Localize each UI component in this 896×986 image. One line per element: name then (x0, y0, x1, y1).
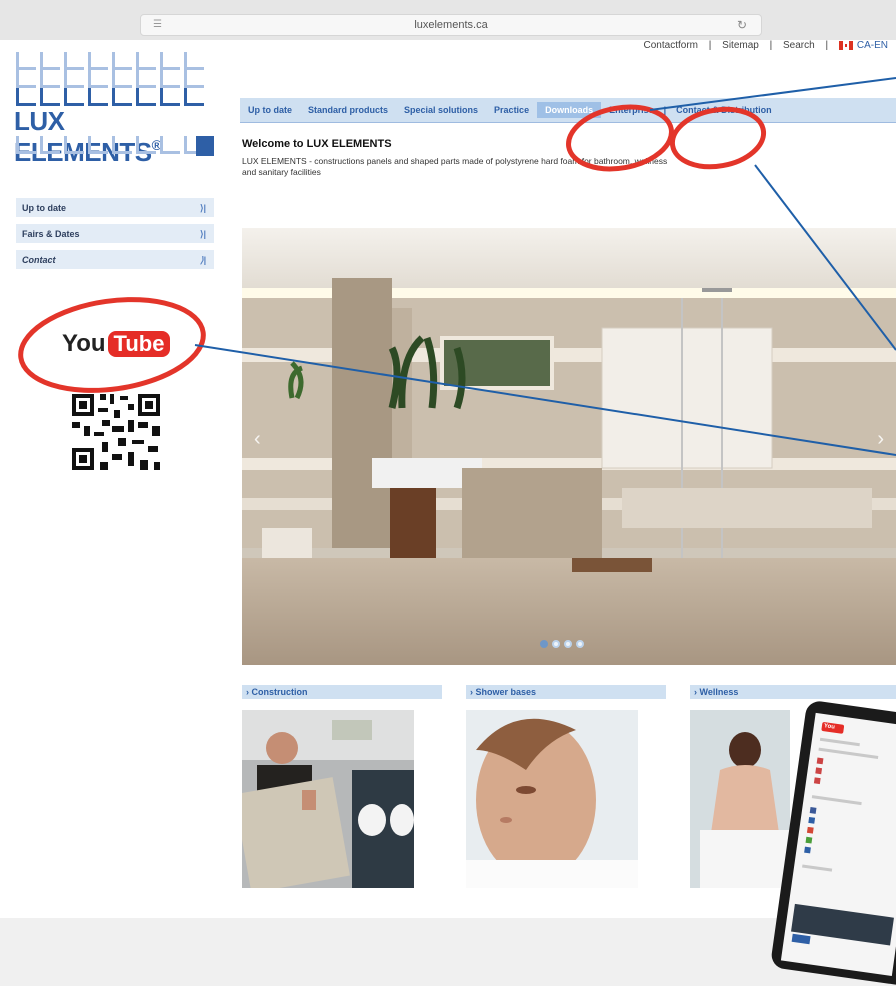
bathroom-image (242, 228, 896, 665)
sitemap-link[interactable]: Sitemap (722, 40, 759, 51)
nav-contact-distribution[interactable]: Contact & Distribution (668, 105, 780, 115)
link-separator: | (769, 40, 773, 51)
locale-link[interactable]: CA-EN (838, 40, 892, 51)
nav-up-to-date[interactable]: Up to date (240, 105, 300, 115)
contactform-link[interactable]: Contactform (644, 40, 698, 51)
shower-bases-image[interactable] (466, 710, 638, 888)
nav-special-solutions[interactable]: Special solutions (396, 105, 486, 115)
slider-dot[interactable] (576, 640, 584, 648)
logo-grid-row (16, 88, 204, 106)
nav-practice[interactable]: Practice (486, 105, 537, 115)
chevron-right-icon: ⟩| (199, 203, 206, 213)
sidebar-item-label: Fairs & Dates (22, 229, 80, 239)
chevron-right-icon: ⟩| (199, 255, 206, 265)
category-shower-bases[interactable]: › Shower bases (466, 685, 666, 699)
construction-image[interactable] (242, 710, 414, 888)
link-separator: | (708, 40, 712, 51)
logo-grid-row (16, 70, 204, 88)
sidebar-item-label: Up to date (22, 203, 66, 213)
sidebar-item-label: Contact (22, 255, 56, 265)
nav-enterprise[interactable]: Enterprise (601, 105, 662, 115)
main-navigation: Up to date Standard products Special sol… (240, 98, 896, 123)
youtube-mini-icon: You (821, 721, 845, 734)
search-link[interactable]: Search (783, 40, 815, 51)
lux-elements-logo[interactable]: LUX ELEMENTS® (14, 52, 216, 197)
logo-square (196, 136, 214, 156)
page-title: Welcome to LUX ELEMENTS (242, 138, 392, 150)
web-page: LUX ELEMENTS® Contactform | Sitemap | Se… (0, 40, 896, 986)
youtube-link[interactable]: You Tube (62, 330, 171, 358)
nav-downloads[interactable]: Downloads (537, 102, 602, 118)
address-bar[interactable]: ☰ luxelements.ca ↻ (140, 14, 762, 36)
category-construction[interactable]: › Construction (242, 685, 442, 699)
category-wellness[interactable]: › Wellness (690, 685, 896, 699)
slider-dot[interactable] (564, 640, 572, 648)
qr-code (68, 390, 164, 474)
sidebar-item-up-to-date[interactable]: Up to date ⟩| (16, 198, 214, 218)
sidebar-item-fairs-dates[interactable]: Fairs & Dates ⟩| (16, 224, 214, 244)
link-separator: | (825, 40, 829, 51)
slider-pagination (540, 640, 584, 648)
chevron-right-icon: ⟩| (199, 229, 206, 239)
address-bar-url: luxelements.ca (414, 19, 488, 31)
intro-text: LUX ELEMENTS - constructions panels and … (242, 156, 668, 177)
slider-dot[interactable] (540, 640, 548, 648)
wellness-image[interactable] (690, 710, 790, 888)
tablet-screen: You (780, 712, 896, 977)
sidebar-item-contact[interactable]: Contact ⟩| (16, 250, 214, 270)
hero-slider[interactable]: ‹ › (242, 228, 896, 665)
youtube-you-text: You (62, 330, 106, 357)
reload-icon[interactable]: ↻ (737, 15, 747, 35)
slider-prev-arrow[interactable]: ‹ (254, 428, 261, 451)
youtube-tube-badge: Tube (107, 331, 171, 357)
reader-icon[interactable]: ☰ (153, 15, 162, 35)
slider-next-arrow[interactable]: › (877, 428, 884, 451)
logo-grid-row (16, 136, 204, 154)
logo-grid-row (16, 52, 204, 70)
nav-standard-products[interactable]: Standard products (300, 105, 396, 115)
browser-toolbar: ☰ luxelements.ca ↻ (0, 0, 896, 41)
locale-label: CA-EN (856, 40, 888, 51)
utility-links: Contactform | Sitemap | Search | CA-EN (640, 40, 896, 51)
canada-flag-icon (838, 40, 853, 50)
slider-dot[interactable] (552, 640, 560, 648)
